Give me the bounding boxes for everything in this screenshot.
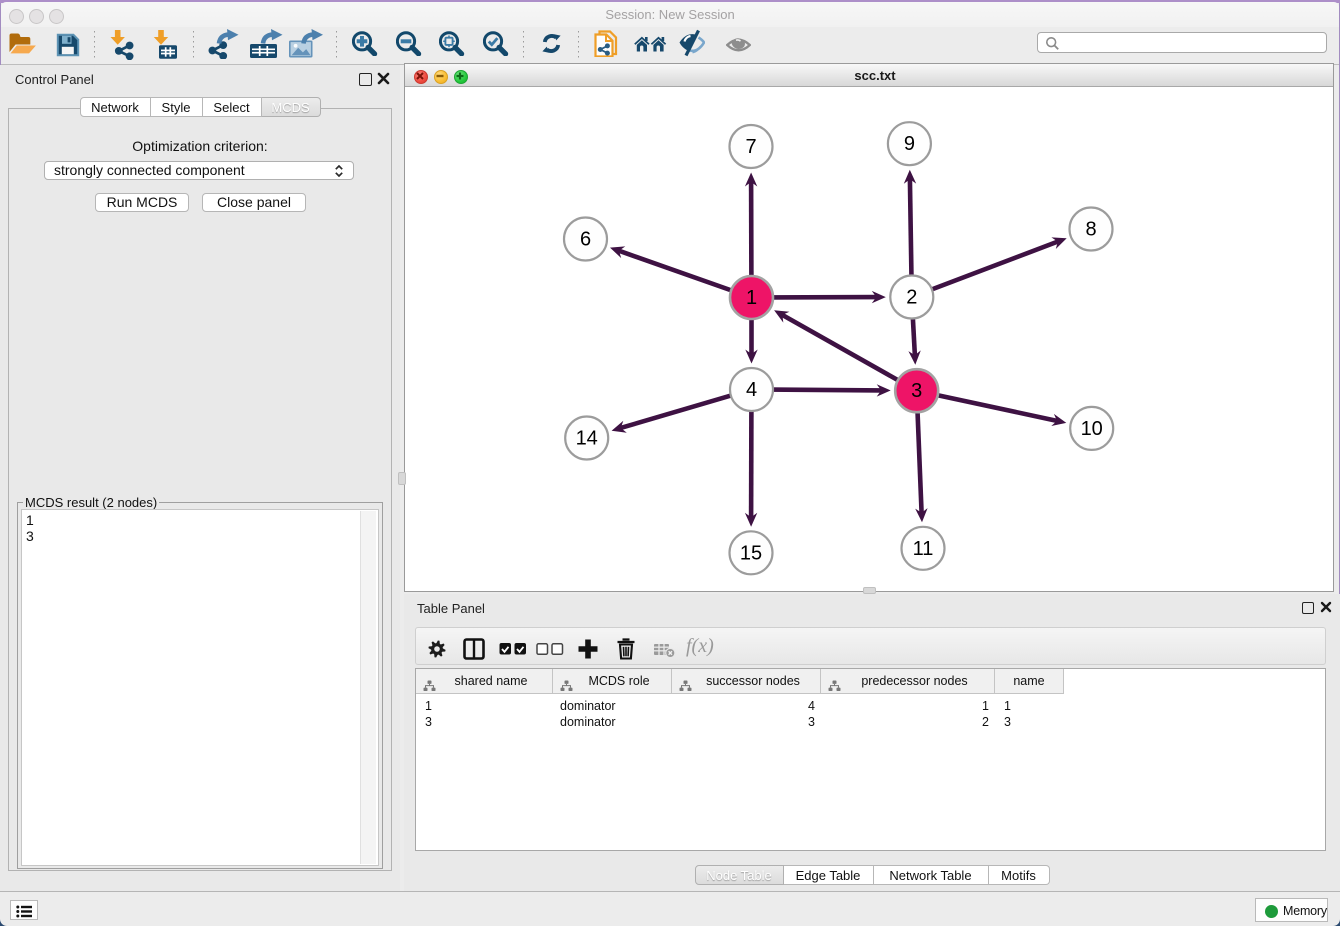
svg-text:11: 11 <box>913 538 934 560</box>
svg-text:14: 14 <box>576 428 598 450</box>
svg-text:3: 3 <box>911 380 922 402</box>
svg-text:2: 2 <box>906 287 917 309</box>
svg-text:15: 15 <box>740 542 762 564</box>
svg-text:1: 1 <box>746 287 757 309</box>
svg-text:10: 10 <box>1081 418 1103 440</box>
svg-text:7: 7 <box>745 136 756 158</box>
svg-text:6: 6 <box>580 229 591 251</box>
svg-text:8: 8 <box>1085 219 1096 241</box>
svg-text:4: 4 <box>746 379 757 401</box>
svg-text:9: 9 <box>904 133 915 155</box>
